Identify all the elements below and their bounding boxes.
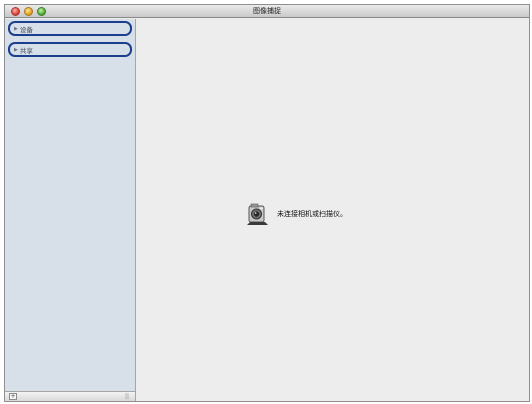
sidebar-section-shared[interactable]: ▶ 共享 (8, 42, 132, 57)
sidebar: ▶ 设备 ▶ 共享 + || (5, 19, 136, 401)
resize-grip-icon[interactable]: || (125, 394, 129, 400)
sidebar-section-devices[interactable]: ▶ 设备 (8, 21, 132, 36)
title-bar: 图像捕捉 (5, 5, 529, 18)
add-button[interactable]: + (9, 393, 17, 400)
sidebar-section-label: 共享 (19, 46, 33, 55)
disclosure-triangle-icon[interactable]: ▶ (14, 47, 18, 53)
disclosure-triangle-icon[interactable]: ▶ (14, 26, 18, 32)
sidebar-section-label: 设备 (19, 25, 33, 34)
camera-scanner-icon (247, 203, 268, 225)
image-capture-window: 图像捕捉 ▶ 设备 ▶ 共享 + || 未连接相机或扫描仪。 (4, 4, 530, 402)
window-title: 图像捕捉 (253, 7, 281, 15)
sidebar-footer: + || (5, 391, 135, 401)
no-device-status: 未连接相机或扫描仪。 (247, 202, 347, 226)
main-content: 未连接相机或扫描仪。 (137, 19, 529, 401)
status-message: 未连接相机或扫描仪。 (277, 210, 347, 218)
